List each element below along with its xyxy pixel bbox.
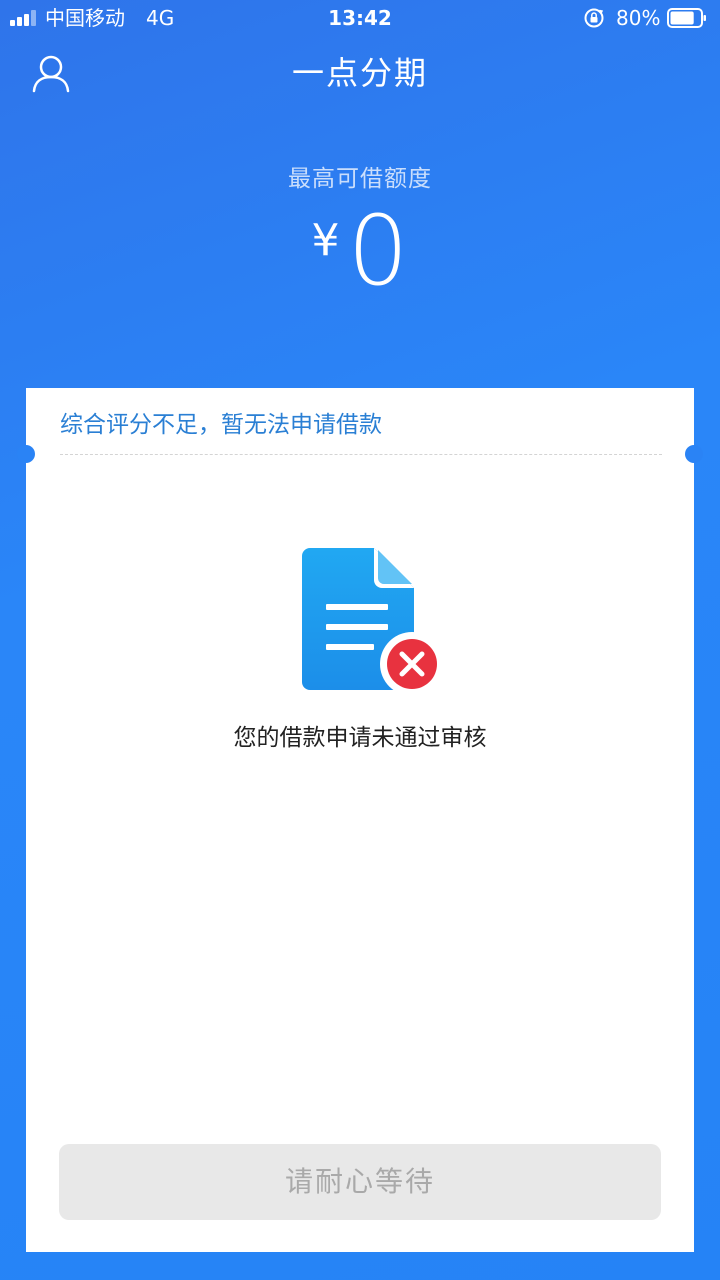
wait-button[interactable]: 请耐心等待	[59, 1144, 661, 1220]
battery-icon	[667, 8, 706, 28]
document-rejected-icon	[302, 548, 444, 696]
status-bar: 中国移动 4G 13:42 80%	[0, 0, 720, 38]
dashed-divider	[60, 454, 662, 455]
score-notice: 综合评分不足，暂无法申请借款	[60, 412, 382, 438]
application-status-message: 您的借款申请未通过审核	[233, 725, 487, 751]
page-title: 一点分期	[291, 54, 428, 92]
rotation-lock-icon	[584, 8, 604, 28]
card-notch-right	[685, 445, 703, 463]
application-status-card: 综合评分不足，暂无法申请借款 您的借款申请未通过审核 请耐心等待	[26, 388, 694, 1252]
battery-percent: 80%	[616, 6, 661, 30]
currency-symbol: ¥	[311, 215, 340, 266]
card-notch-left	[17, 445, 35, 463]
app-screen: 中国移动 4G 13:42 80% 一点分期 最高可借额度 ¥0 综合评分不足，…	[0, 0, 720, 1280]
clock: 13:42	[328, 6, 392, 30]
credit-amount-value: 0	[347, 195, 409, 307]
credit-amount: ¥0	[0, 196, 720, 306]
credit-limit-label: 最高可借额度	[288, 166, 432, 192]
